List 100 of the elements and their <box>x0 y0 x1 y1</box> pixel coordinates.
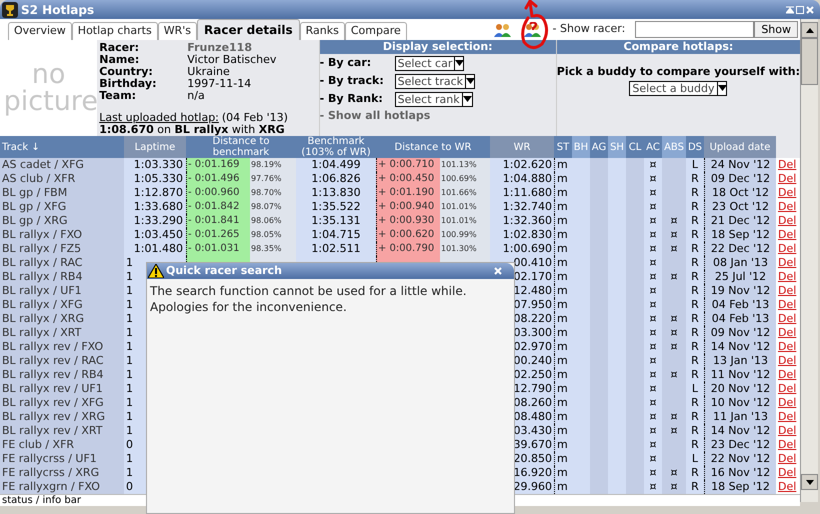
column-header[interactable]: Laptime <box>124 136 186 158</box>
table-cell: BL rallyx rev / XRT <box>0 424 124 438</box>
table-cell: ¤ <box>644 368 662 382</box>
table-cell: ¤ <box>644 242 662 256</box>
column-header[interactable]: AG <box>590 136 608 158</box>
show-all-link[interactable]: - Show all hotlaps <box>320 108 430 124</box>
table-cell: BL gp / FBM <box>0 186 124 200</box>
table-cell: 1:12.870 <box>124 186 186 200</box>
table-cell: R <box>686 298 704 312</box>
table-cell: 13 Jan '13 <box>704 354 776 368</box>
dropdown[interactable]: Select rank <box>394 92 473 106</box>
table-cell: - 0:01.169 <box>186 158 250 172</box>
close-icon[interactable] <box>806 6 814 14</box>
table-cell: ¤ <box>644 410 662 424</box>
dropdown[interactable]: Select a buddy <box>629 80 728 96</box>
tab[interactable]: Compare <box>344 22 407 40</box>
table-cell: - 0:01.496 <box>186 172 250 186</box>
table-cell: 1:04.880 <box>490 172 554 186</box>
filter-label: - By Rank: <box>320 90 384 107</box>
table-cell: 1:35.522 <box>296 200 376 214</box>
tab[interactable]: Hotlap charts <box>72 22 158 40</box>
table-cell: BL rallyx rev / FXO <box>0 340 124 354</box>
field-label: Name: <box>99 54 140 66</box>
table-cell: ¤ <box>644 298 662 312</box>
table-cell: 09 Nov '12 <box>704 326 776 340</box>
people-icon[interactable] <box>492 22 513 38</box>
table-cell: 98.19% <box>250 158 296 172</box>
table-cell: ¤ <box>644 480 662 494</box>
table-cell: 98.07% <box>250 200 296 214</box>
dropdown[interactable]: Select car <box>394 56 464 70</box>
scrollbar[interactable] <box>800 19 818 502</box>
upload-date: (04 Feb '13) <box>222 112 288 124</box>
table-cell: 100.69% <box>440 172 490 186</box>
close-icon[interactable] <box>494 267 502 275</box>
table-cell: BL rallyx / UF1 <box>0 284 124 298</box>
field-label: Racer: <box>99 42 140 54</box>
table-cell: R <box>686 214 704 228</box>
table-cell: 101.66% <box>440 186 490 200</box>
table-cell: ¤ <box>662 312 686 326</box>
racer-input-field[interactable] <box>635 21 754 38</box>
table-cell: + 0:00.620 <box>376 228 440 242</box>
scroll-thumb[interactable] <box>801 38 818 85</box>
table-cell: ¤ <box>644 382 662 396</box>
column-header[interactable]: Distance to WR <box>376 136 490 158</box>
table-cell: 16 Nov '12 <box>704 466 776 480</box>
tab[interactable]: Overview <box>8 22 72 40</box>
column-header[interactable]: ST <box>554 136 572 158</box>
tab[interactable]: Racer details <box>197 19 300 40</box>
window-title: S2 Hotlaps <box>21 2 94 18</box>
table-cell: m <box>554 410 572 424</box>
tab[interactable]: WR's <box>158 22 197 40</box>
table-cell: 1:33.290 <box>124 214 186 228</box>
column-header[interactable]: CL <box>626 136 644 158</box>
table-cell: L <box>686 382 704 396</box>
scroll-up-icon[interactable] <box>806 28 814 32</box>
tab[interactable]: Ranks <box>300 22 345 40</box>
table-cell: m <box>554 340 572 354</box>
table-cell: 20 Nov '12 <box>704 382 776 396</box>
table-cell: BL rallyx / XFG <box>0 298 124 312</box>
table-cell: ¤ <box>644 438 662 452</box>
table-cell: m <box>554 424 572 438</box>
table-cell: BL rallyx rev / XRG <box>0 410 124 424</box>
table-cell: 1:02.830 <box>490 228 554 242</box>
people-question-icon[interactable] <box>522 22 543 38</box>
table-cell: m <box>554 186 572 200</box>
table-cell: m <box>554 326 572 340</box>
filter-label: - By car: <box>320 54 372 71</box>
table-cell: 19 Nov '12 <box>704 284 776 298</box>
dropdown[interactable]: Select track <box>394 74 475 88</box>
field-value: Frunze118 <box>187 42 252 54</box>
table-cell <box>626 480 644 494</box>
column-header[interactable]: Upload date <box>704 136 776 158</box>
column-header[interactable]: WR <box>490 136 554 158</box>
table-cell: FE rallycrss / UF1 <box>0 452 124 466</box>
table-cell: 98.35% <box>250 242 296 256</box>
maximize-icon[interactable] <box>796 6 804 14</box>
column-header[interactable]: Benchmark (103% of WR) <box>296 136 376 158</box>
table-cell: ¤ <box>644 270 662 284</box>
table-cell: ¤ <box>644 256 662 270</box>
field-label: Country: <box>99 66 154 78</box>
table-cell: m <box>554 200 572 214</box>
table-cell: R <box>686 480 704 494</box>
show-button[interactable]: Show <box>754 21 798 38</box>
table-cell: m <box>554 438 572 452</box>
table-cell: ¤ <box>644 158 662 172</box>
column-header[interactable]: DS <box>686 136 704 158</box>
table-cell: L <box>686 452 704 466</box>
column-header[interactable]: AC <box>644 136 662 158</box>
table-cell: 1:11.680 <box>490 186 554 200</box>
table-cell: + 0:00.790 <box>376 242 440 256</box>
table-cell: R <box>686 396 704 410</box>
minimize-icon[interactable] <box>786 6 794 14</box>
last-upload-link[interactable]: Last uploaded hotlap: <box>99 112 219 124</box>
table-cell: - 0:01.842 <box>186 200 250 214</box>
table-cell: ¤ <box>662 424 686 438</box>
column-header[interactable]: Track ↓ <box>0 136 124 158</box>
table-cell: 25 Jul '12 <box>704 270 776 284</box>
scroll-down-icon[interactable] <box>806 480 814 484</box>
table-cell: 18 Oct '12 <box>704 186 776 200</box>
column-header[interactable]: Distance to benchmark <box>186 136 296 158</box>
